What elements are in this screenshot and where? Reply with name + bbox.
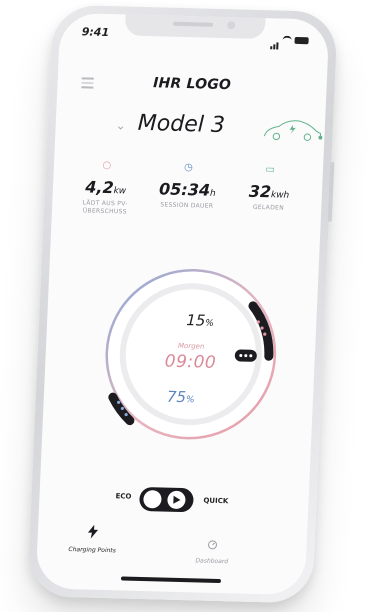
stat-pv-surplus: ○ 4,2kw LÄDT AUS PV-ÜBERSCHUSS <box>67 159 145 217</box>
charge-mode-toggle[interactable] <box>138 486 194 513</box>
wifi-icon <box>282 35 292 45</box>
home-indicator[interactable] <box>120 576 221 584</box>
tab-bar: Charging Points Dashboard <box>37 518 308 571</box>
play-icon <box>173 495 181 504</box>
clock-icon: ◷ <box>183 162 194 174</box>
phone-mockup: 9:41 IHR LOGO ⌄ Model 3 ○ 4,2kw LÄDT AUS <box>27 4 338 604</box>
min-charge-percent[interactable]: 15% <box>186 311 214 330</box>
stat-value: 4,2kw <box>84 177 127 198</box>
signal-icon <box>270 30 280 50</box>
sun-icon: ○ <box>102 159 112 172</box>
phone-screen: 9:41 IHR LOGO ⌄ Model 3 ○ 4,2kw LÄDT AUS <box>35 12 330 596</box>
max-charge-percent[interactable]: 75% <box>167 388 195 407</box>
tab-label: Charging Points <box>68 546 117 555</box>
charging-dial: 15% Morgen 09:00 75% <box>97 262 285 447</box>
battery-icon: ▭ <box>265 164 276 176</box>
car-icon <box>263 120 323 141</box>
stat-value: 32kwh <box>248 181 290 202</box>
toggle-knob-eco <box>143 490 162 509</box>
eco-label: ECO <box>115 492 132 501</box>
gauge-icon <box>208 540 218 550</box>
tab-label: Dashboard <box>195 557 229 566</box>
camera <box>226 21 235 30</box>
vehicle-model-name: Model 3 <box>137 110 226 139</box>
stat-label: LÄDT AUS PV-ÜBERSCHUSS <box>82 199 128 216</box>
charging-stats: ○ 4,2kw LÄDT AUS PV-ÜBERSCHUSS ◷ 05:34h … <box>52 159 323 222</box>
app-logo: IHR LOGO <box>152 75 232 94</box>
stat-label: SESSION DAUER <box>160 201 214 210</box>
charge-mode-toggle-row: ECO QUICK <box>39 482 309 515</box>
battery-status-icon <box>294 36 309 45</box>
stat-value: 05:34h <box>158 179 216 200</box>
tab-dashboard[interactable]: Dashboard <box>167 534 258 566</box>
quick-label: QUICK <box>203 496 229 506</box>
status-time: 9:41 <box>81 25 110 40</box>
tab-charging-points[interactable]: Charging Points <box>47 523 138 555</box>
chevron-down-icon[interactable]: ⌄ <box>115 118 126 132</box>
lightning-icon <box>87 524 99 539</box>
notch <box>124 13 266 40</box>
speaker <box>172 21 213 27</box>
status-icons <box>270 30 309 50</box>
vehicle-selector[interactable]: ⌄ Model 3 <box>55 109 325 146</box>
stat-session-duration: ◷ 05:34h SESSION DAUER <box>148 161 226 219</box>
stat-charged: ▭ 32kwh GELADEN <box>230 163 308 221</box>
stat-label: GELADEN <box>252 203 285 212</box>
